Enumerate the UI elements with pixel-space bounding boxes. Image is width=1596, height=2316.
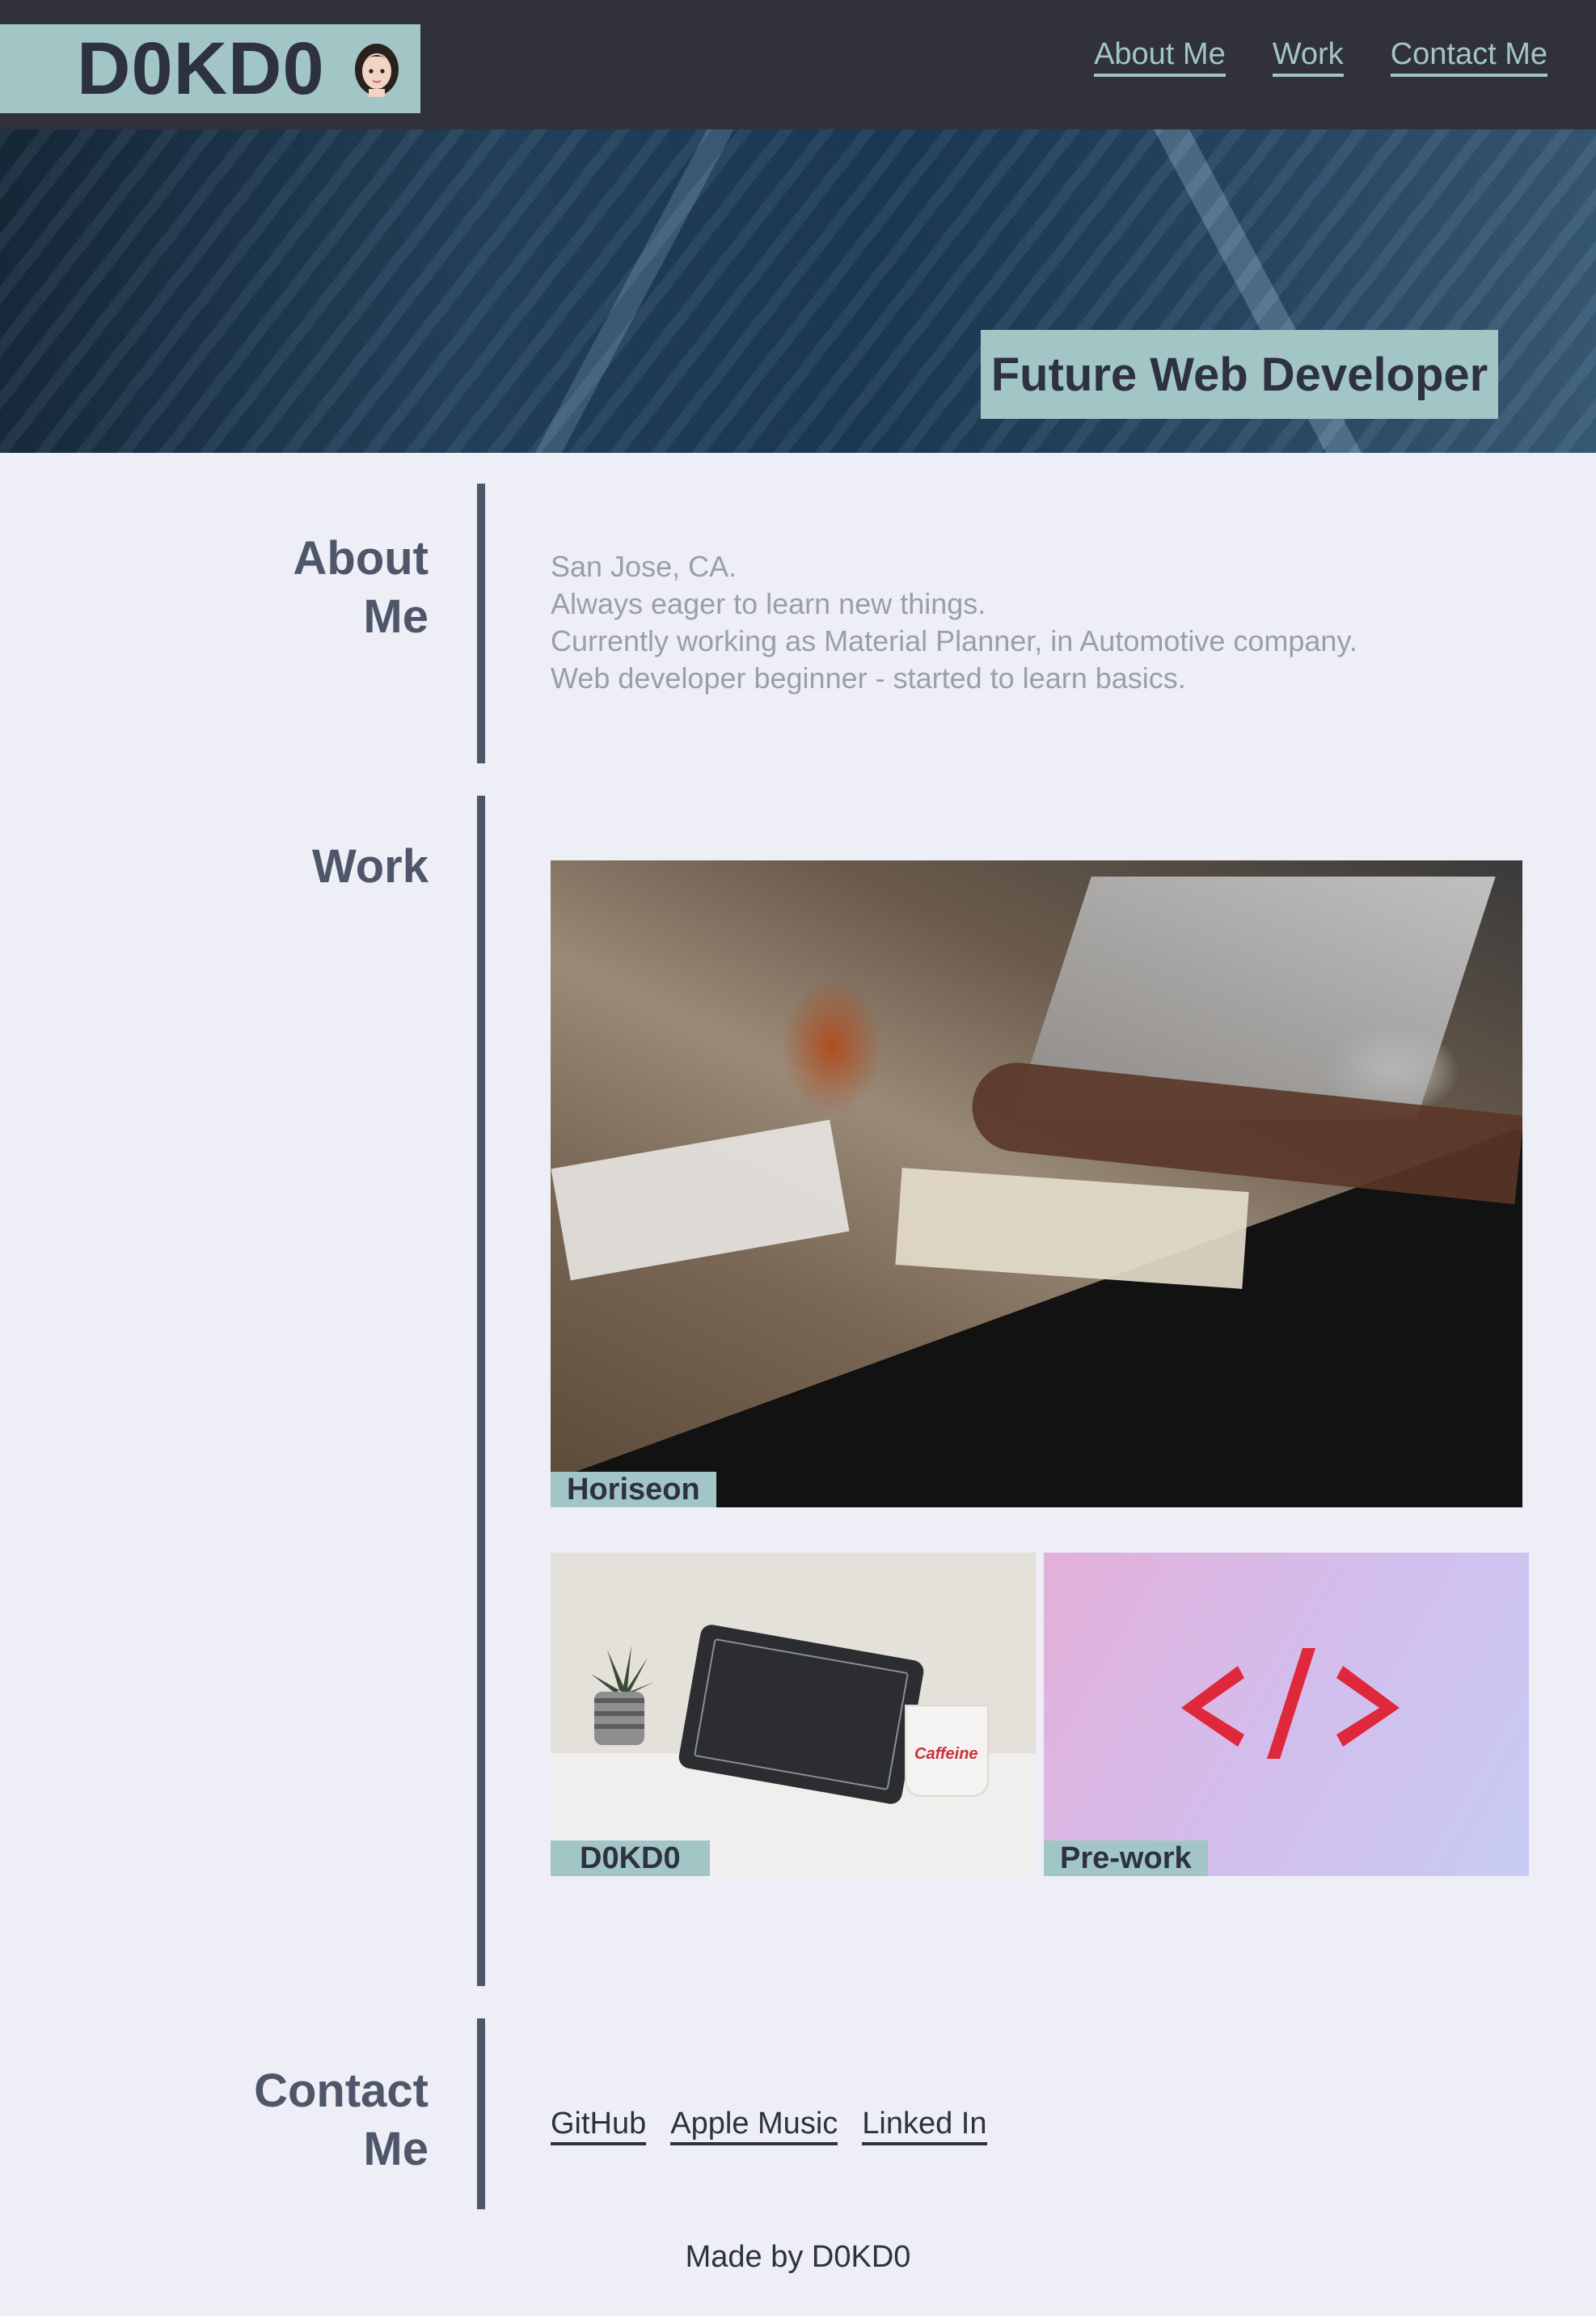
work-card-prework[interactable]: Pre-work [1044,1553,1529,1876]
about-line: San Jose, CA. [551,550,737,583]
work-heading: Work [312,840,429,893]
logo-text: D0KD0 [77,27,325,110]
about-heading-line2: Me [363,590,429,643]
apple-music-link[interactable]: Apple Music [670,2107,838,2145]
about-line: Currently working as Material Planner, i… [551,624,1357,657]
notebook-image [551,1119,850,1281]
contact-heading-line1: Contact [254,2065,429,2117]
code-tag-icon [1181,1648,1400,1759]
work-card-dokdo[interactable]: Caffeine D0KD0 [551,1553,1036,1876]
about-line: Always eager to learn new things. [551,587,986,620]
github-link[interactable]: GitHub [551,2107,647,2145]
about-divider [477,484,485,763]
nav-contact-me[interactable]: Contact Me [1390,37,1547,77]
nav-work[interactable]: Work [1272,37,1344,77]
tablet-image [677,1623,926,1806]
contact-links: GitHub Apple Music Linked In [551,2107,987,2145]
hero-title: Future Web Developer [981,330,1498,419]
contact-heading: Contact Me [254,2062,429,2179]
linkedin-link[interactable]: Linked In [862,2107,987,2145]
work-card-label: Pre-work [1044,1841,1208,1876]
notebook-image [895,1168,1249,1289]
about-text: San Jose, CA. Always eager to learn new … [551,548,1357,697]
work-card-horiseon[interactable]: Horiseon [551,860,1522,1507]
hero-banner: Future Web Developer [0,129,1596,453]
about-heading: About Me [293,530,429,646]
plant-image [591,1646,654,1745]
footer-credit: Made by D0KD0 [685,2240,911,2274]
work-card-label: Horiseon [551,1472,716,1507]
work-card-label: D0KD0 [551,1841,710,1876]
contact-divider [477,2018,485,2209]
logo[interactable]: D0KD0 [0,24,420,113]
about-heading-line1: About [293,532,429,585]
woman-avatar-icon [354,44,399,97]
contact-heading-line2: Me [363,2123,429,2175]
nav-about-me[interactable]: About Me [1094,37,1226,77]
site-header: D0KD0 About Me Work Contact Me [0,0,1596,129]
mug-image: Caffeine [906,1706,987,1795]
about-line: Web developer beginner - started to lear… [551,661,1186,695]
main-nav: About Me Work Contact Me [1094,37,1547,77]
work-divider [477,796,485,1986]
mug-text: Caffeine [914,1745,978,1763]
